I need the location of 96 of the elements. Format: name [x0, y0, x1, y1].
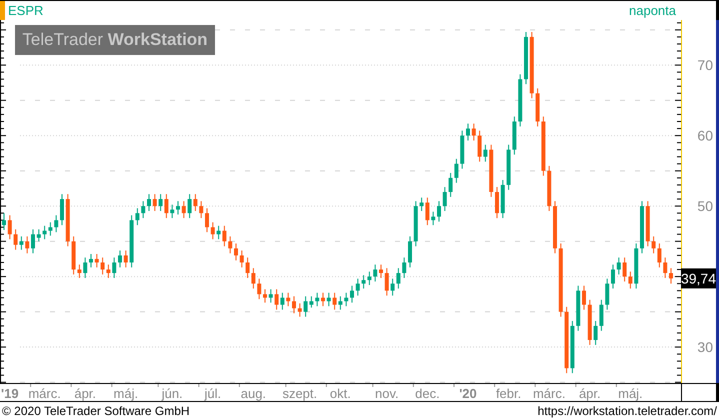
x-axis-label: ápr. [578, 386, 601, 401]
candlestick [616, 257, 621, 275]
candlestick [489, 144, 494, 198]
candlestick [576, 285, 580, 332]
candlestick [547, 165, 552, 212]
x-axis-label: máj. [618, 386, 643, 401]
interval-label: naponta [629, 3, 676, 18]
x-axis-label: ápr. [74, 386, 96, 401]
candlestick [170, 204, 174, 219]
x-axis-label: máj. [114, 386, 138, 401]
x-axis-label: jún. [162, 386, 183, 401]
candlestick [292, 296, 296, 314]
candlestick [234, 242, 238, 261]
candlestick [356, 278, 360, 296]
candlestick [54, 214, 58, 233]
candlestick [553, 200, 557, 254]
x-axis-label: márc. [28, 386, 61, 401]
candlestick [321, 292, 325, 307]
candlestick [663, 257, 668, 278]
candlestick [408, 236, 412, 268]
candlestick [588, 299, 592, 346]
logo: TeleTrader WorkStation [15, 25, 215, 55]
candlestick [518, 74, 522, 127]
candlestick [199, 200, 204, 219]
x-axis-label: júl. [204, 386, 222, 401]
candlestick [25, 236, 30, 254]
candlestick [2, 212, 6, 231]
y-axis-label: 30 [697, 339, 713, 356]
candlestick [112, 257, 116, 278]
candlestick [182, 200, 186, 219]
candlestick [141, 200, 146, 219]
x-axis-label: aug. [240, 386, 266, 401]
candlestick [669, 268, 673, 284]
symbol-label: ESPR [8, 3, 44, 18]
candlestick [89, 254, 93, 268]
x-axis-label: nov. [375, 386, 399, 401]
x-axis-label: okt. [330, 386, 351, 401]
candlestick [124, 250, 128, 268]
candlestick [472, 123, 476, 142]
candlestick [286, 292, 290, 307]
candlestick [466, 123, 470, 142]
candlestick [94, 254, 99, 268]
candlestick [437, 200, 441, 222]
candlestick [147, 194, 151, 212]
candlestick [257, 278, 262, 300]
x-axis-label: '19 [1, 386, 19, 401]
x-axis-label: dec. [415, 386, 440, 401]
candlestick [268, 288, 273, 304]
candlestick [582, 285, 586, 310]
candlestick [524, 31, 528, 85]
y-axis-label: 70 [697, 57, 713, 74]
candlestick [414, 200, 418, 247]
candlestick [118, 250, 122, 268]
candlestick [36, 228, 41, 242]
candlestick [263, 288, 267, 304]
candlestick [460, 130, 464, 170]
candlestick [384, 268, 389, 296]
candlestick [495, 186, 499, 219]
candlestick [66, 194, 70, 247]
candlestick [315, 292, 320, 307]
candlestick [228, 236, 232, 254]
candlestick [350, 285, 354, 304]
x-axis-label: febr. [496, 386, 522, 401]
candlestick [152, 194, 157, 212]
x-axis-label: márc. [532, 386, 566, 401]
candlestick [176, 200, 180, 216]
url-text: https://workstation.teletrader.com/ [538, 404, 717, 418]
candlestick [298, 302, 302, 318]
candlestick [373, 264, 378, 282]
candlestick [205, 208, 209, 233]
candlestick [634, 242, 638, 290]
candlestick [605, 278, 610, 310]
candlestick [530, 31, 534, 99]
candlestick [240, 250, 244, 268]
candlestick [640, 200, 644, 254]
candlestick [326, 292, 331, 307]
candlestick [646, 200, 650, 247]
candlestick [500, 180, 505, 219]
candlestick [431, 211, 436, 226]
candlestick [8, 214, 12, 240]
candlestick [442, 186, 447, 212]
price-tag: 39,74 [680, 268, 716, 288]
candlestick [611, 264, 615, 290]
candlestick [379, 264, 383, 278]
candlestick [210, 222, 215, 240]
candlestick [344, 292, 348, 307]
candlestick [83, 257, 88, 278]
copyright-text: © 2020 TeleTrader Software GmbH [2, 404, 190, 418]
y-axis-label: 60 [697, 128, 713, 144]
candlestick [60, 194, 64, 226]
candlestick [402, 257, 406, 278]
symbol-marker [0, 1, 5, 20]
x-axis-label: szept. [282, 386, 318, 401]
candlestick [31, 228, 35, 254]
y-axis-label: 50 [697, 198, 713, 214]
x-axis-label: '20 [459, 386, 477, 401]
